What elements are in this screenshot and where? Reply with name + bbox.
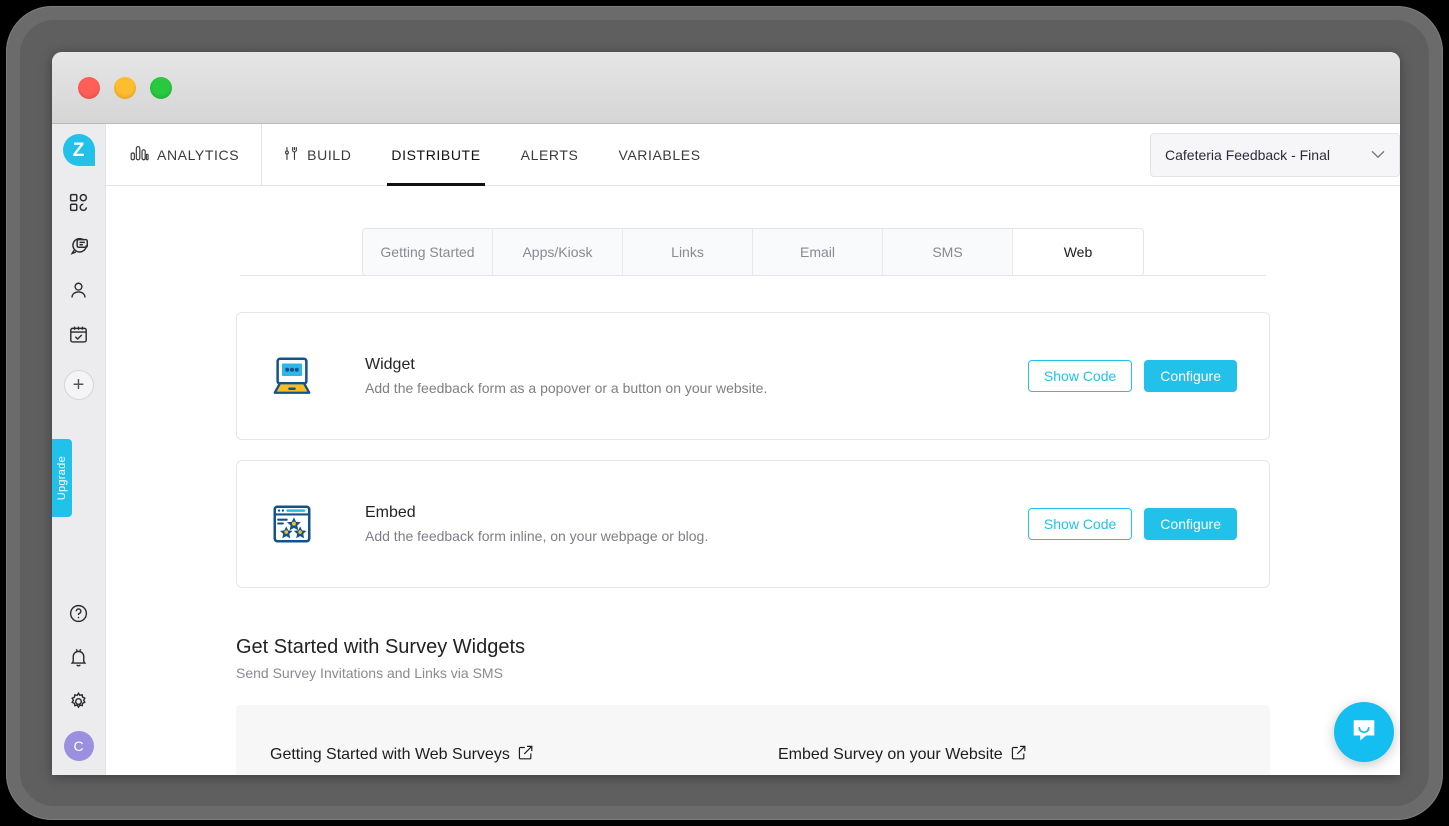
tools-icon bbox=[282, 145, 299, 165]
dashboard-grid-icon bbox=[68, 192, 89, 213]
get-started-link-column-2: Embed Survey on your Website bbox=[778, 745, 1236, 775]
survey-selector-dropdown[interactable]: Cafeteria Feedback - Final bbox=[1150, 132, 1400, 177]
person-icon bbox=[68, 280, 89, 301]
sidebar-item-dashboard[interactable] bbox=[57, 180, 101, 224]
nav-tab-build[interactable]: BUILD bbox=[262, 124, 371, 185]
left-sidebar: Z + Upgrade C bbox=[52, 124, 106, 775]
nav-tab-alerts[interactable]: ALERTS bbox=[501, 124, 599, 185]
embed-card-text: Embed Add the feedback form inline, on y… bbox=[365, 504, 1028, 544]
embed-configure-button[interactable]: Configure bbox=[1144, 508, 1237, 540]
chat-bubble-icon bbox=[68, 235, 90, 257]
top-navigation: ANALYTICS BUILD DISTRIBUTE ALERTS VARIAB… bbox=[106, 124, 1400, 186]
subtab-email[interactable]: Email bbox=[753, 229, 883, 275]
intercom-chat-icon bbox=[1349, 715, 1379, 750]
nav-tab-variables[interactable]: VARIABLES bbox=[598, 124, 720, 185]
subtab-email-label: Email bbox=[799, 244, 835, 260]
getting-started-web-surveys-label: Getting Started with Web Surveys bbox=[270, 746, 510, 763]
subtabs-underline bbox=[240, 275, 1266, 276]
plus-icon: + bbox=[72, 374, 85, 396]
device-frame: Z + Upgrade C ANALYTICS BUILD DISTRIBUTE… bbox=[0, 0, 1449, 826]
embed-survey-website-label: Embed Survey on your Website bbox=[778, 746, 1003, 763]
gear-icon bbox=[68, 691, 89, 712]
subtab-getting-started[interactable]: Getting Started bbox=[363, 229, 493, 275]
survey-selector-value: Cafeteria Feedback - Final bbox=[1165, 146, 1330, 163]
browser-window: Z + Upgrade C ANALYTICS BUILD DISTRIBUTE… bbox=[52, 52, 1400, 775]
avatar[interactable]: C bbox=[63, 731, 94, 761]
upgrade-label: Upgrade bbox=[56, 455, 68, 501]
get-started-link-column-1: Getting Started with Web Surveys bbox=[270, 745, 728, 775]
content-area: Getting Started Apps/Kiosk Links Email S… bbox=[106, 186, 1400, 775]
sidebar-add-button[interactable]: + bbox=[63, 370, 94, 400]
subtab-web[interactable]: Web bbox=[1013, 229, 1143, 275]
sidebar-item-inbox[interactable] bbox=[57, 224, 101, 268]
sidebar-item-help[interactable] bbox=[57, 591, 101, 635]
subtab-sms[interactable]: SMS bbox=[883, 229, 1013, 275]
subtab-getting-started-label: Getting Started bbox=[380, 244, 475, 260]
widget-show-code-button[interactable]: Show Code bbox=[1027, 360, 1133, 392]
embed-card-actions: Show Code Configure bbox=[1027, 508, 1237, 540]
widget-card-description: Add the feedback form as a popover or a … bbox=[365, 380, 768, 396]
sidebar-item-surveys[interactable] bbox=[57, 312, 101, 356]
sidebar-bottom-group: C bbox=[57, 591, 101, 775]
subtab-links[interactable]: Links bbox=[623, 229, 753, 275]
sidebar-top-group: + bbox=[57, 180, 101, 400]
embed-survey-website-link[interactable]: Embed Survey on your Website bbox=[778, 745, 1236, 765]
sidebar-item-contacts[interactable] bbox=[57, 268, 101, 312]
embed-show-code-button[interactable]: Show Code bbox=[1027, 508, 1133, 540]
get-started-title: Get Started with Survey Widgets bbox=[236, 636, 526, 658]
widget-card-title: Widget bbox=[365, 356, 415, 373]
subtab-apps-kiosk[interactable]: Apps/Kiosk bbox=[493, 229, 623, 275]
nav-tab-analytics-label: ANALYTICS bbox=[157, 146, 240, 163]
bar-chart-icon bbox=[130, 145, 149, 164]
widget-configure-button[interactable]: Configure bbox=[1144, 360, 1237, 392]
main-column: ANALYTICS BUILD DISTRIBUTE ALERTS VARIAB… bbox=[106, 124, 1400, 775]
embed-card-description: Add the feedback form inline, on your we… bbox=[365, 528, 709, 544]
nav-tab-alerts-label: ALERTS bbox=[520, 146, 579, 163]
nav-tab-analytics[interactable]: ANALYTICS bbox=[106, 124, 263, 185]
distribution-channel-tabs-row: Getting Started Apps/Kiosk Links Email S… bbox=[106, 186, 1400, 276]
nav-tab-distribute-label: DISTRIBUTE bbox=[391, 146, 481, 163]
subtab-links-label: Links bbox=[671, 244, 704, 260]
get-started-subtitle: Send Survey Invitations and Links via SM… bbox=[236, 665, 503, 681]
subtab-web-label: Web bbox=[1063, 244, 1093, 260]
external-link-icon bbox=[518, 745, 533, 765]
widget-card-actions: Show Code Configure bbox=[1027, 360, 1237, 392]
nav-tab-variables-label: VARIABLES bbox=[618, 146, 701, 163]
calendar-check-icon bbox=[68, 324, 89, 345]
sidebar-item-notifications[interactable] bbox=[57, 635, 101, 679]
embed-card: Embed Add the feedback form inline, on y… bbox=[236, 460, 1270, 588]
embed-card-title: Embed bbox=[365, 504, 416, 521]
app-body: Z + Upgrade C ANALYTICS BUILD DISTRIBUTE… bbox=[52, 124, 1400, 775]
laptop-widget-icon bbox=[269, 353, 315, 399]
get-started-panel: Getting Started with Web Surveys Embed S… bbox=[236, 705, 1270, 775]
maximize-window-button[interactable] bbox=[150, 76, 172, 99]
distribution-channel-tabs: Getting Started Apps/Kiosk Links Email S… bbox=[362, 228, 1144, 276]
external-link-icon bbox=[1011, 745, 1026, 765]
avatar-initial: C bbox=[73, 738, 84, 754]
intercom-launcher-button[interactable] bbox=[1334, 702, 1394, 762]
subtab-apps-kiosk-label: Apps/Kiosk bbox=[522, 244, 593, 260]
widget-card: Widget Add the feedback form as a popove… bbox=[236, 312, 1270, 440]
brand-letter: Z bbox=[72, 139, 85, 161]
nav-tab-build-label: BUILD bbox=[307, 146, 352, 163]
chevron-down-icon bbox=[1371, 148, 1385, 162]
zonka-brand-logo[interactable]: Z bbox=[62, 134, 95, 166]
help-circle-icon bbox=[68, 603, 89, 624]
window-titlebar bbox=[52, 52, 1400, 124]
widget-card-text: Widget Add the feedback form as a popove… bbox=[365, 356, 1028, 396]
browser-stars-icon bbox=[269, 501, 315, 547]
close-window-button[interactable] bbox=[78, 76, 100, 99]
sidebar-item-settings[interactable] bbox=[57, 679, 101, 723]
minimize-window-button[interactable] bbox=[114, 76, 136, 99]
get-started-section: Get Started with Survey Widgets Send Sur… bbox=[106, 608, 1400, 775]
bell-icon bbox=[68, 647, 89, 668]
nav-tab-distribute[interactable]: DISTRIBUTE bbox=[371, 124, 500, 186]
getting-started-web-surveys-link[interactable]: Getting Started with Web Surveys bbox=[270, 745, 728, 765]
subtab-sms-label: SMS bbox=[932, 244, 963, 260]
distribution-cards: Widget Add the feedback form as a popove… bbox=[106, 276, 1400, 588]
upgrade-button[interactable]: Upgrade bbox=[52, 439, 72, 517]
